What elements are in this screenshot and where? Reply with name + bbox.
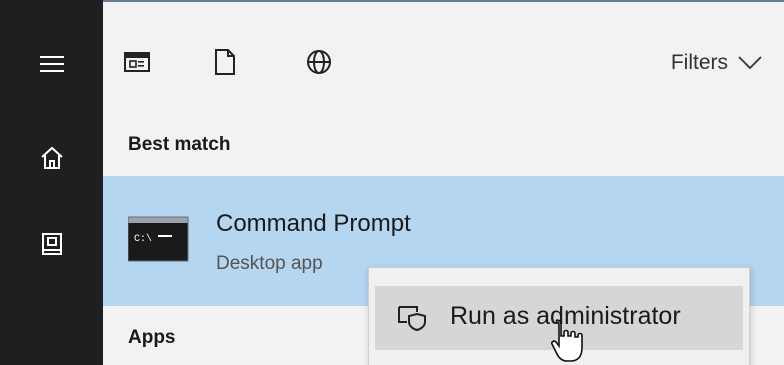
document-filter-icon[interactable]	[201, 38, 249, 86]
start-search-window: Filters Best match C:\ Command Prompt De…	[0, 0, 784, 365]
globe-icon[interactable]	[295, 38, 343, 86]
best-match-header: Best match	[128, 134, 231, 155]
filters-dropdown[interactable]: Filters	[671, 46, 762, 80]
chevron-down-icon	[738, 56, 762, 70]
apps-filter-icon[interactable]	[113, 38, 161, 86]
command-prompt-icon: C:\	[127, 211, 190, 263]
run-as-administrator-label: Run as administrator	[450, 302, 681, 330]
home-icon[interactable]	[0, 128, 103, 188]
svg-text:C:\: C:\	[134, 233, 152, 245]
run-as-admin-shield-icon	[398, 306, 426, 332]
hamburger-menu-icon[interactable]	[0, 34, 103, 94]
filters-label: Filters	[670, 51, 728, 74]
context-menu: Run as administrator	[368, 267, 750, 365]
search-panel: Filters Best match C:\ Command Prompt De…	[103, 0, 784, 365]
start-rail	[0, 0, 103, 365]
documents-icon[interactable]	[0, 215, 103, 275]
apps-header: Apps	[128, 327, 176, 348]
result-subtitle: Desktop app	[216, 253, 323, 274]
search-filter-bar: Filters	[103, 2, 784, 114]
run-as-administrator-menu-item[interactable]: Run as administrator	[375, 286, 743, 350]
result-title: Command Prompt	[216, 210, 411, 237]
